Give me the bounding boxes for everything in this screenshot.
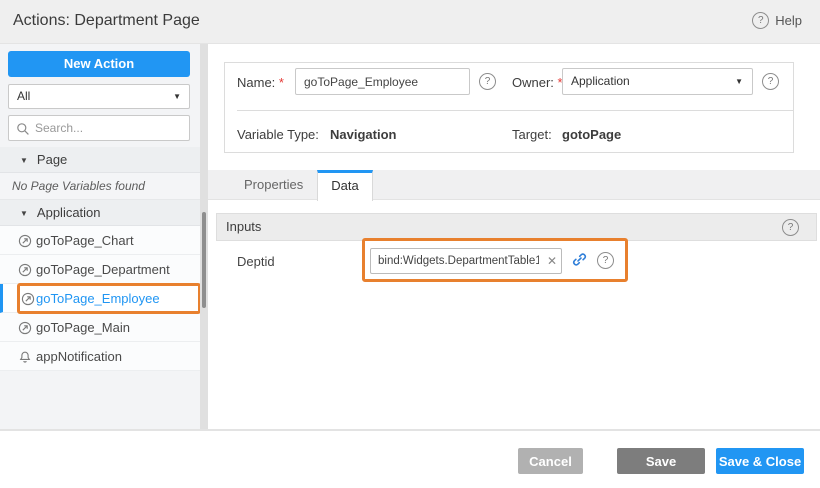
sidebar-item-gotopage-chart[interactable]: goToPage_Chart (0, 226, 200, 255)
caret-down-icon: ▼ (20, 148, 28, 174)
inputs-section-header: Inputs ? (216, 213, 817, 241)
search-box (8, 115, 190, 141)
new-action-button[interactable]: New Action (8, 51, 190, 77)
inputs-help-icon[interactable]: ? (782, 219, 799, 236)
help-button[interactable]: ? Help (752, 12, 802, 29)
item-label: goToPage_Main (36, 313, 130, 342)
deptid-bind-field: ✕ (370, 248, 562, 274)
sidebar-scrollbar-thumb[interactable] (202, 212, 206, 308)
item-label: appNotification (36, 342, 122, 371)
bind-link-icon (571, 251, 588, 268)
section-label: Application (37, 205, 101, 220)
variables-tree: ▼ Page No Page Variables found ▼ Applicati… (0, 147, 200, 371)
deptid-label: Deptid (237, 254, 275, 269)
cancel-button[interactable]: Cancel (518, 448, 583, 474)
save-close-button[interactable]: Save & Close (716, 448, 804, 474)
tree-section-page[interactable]: ▼ Page (0, 147, 200, 173)
name-input[interactable] (295, 68, 470, 95)
item-label: goToPage_Department (36, 255, 170, 284)
variable-type-value: Navigation (330, 127, 396, 142)
tab-bar: Properties Data (208, 170, 820, 200)
item-label: goToPage_Employee (36, 284, 160, 313)
caret-down-icon: ▼ (20, 201, 28, 227)
chevron-down-icon: ▼ (735, 69, 743, 94)
owner-dropdown[interactable]: Application ▼ (562, 68, 753, 95)
sidebar-item-gotopage-main[interactable]: goToPage_Main (0, 313, 200, 342)
owner-value: Application (571, 74, 630, 88)
filter-dropdown[interactable]: All ▼ (8, 84, 190, 109)
bind-link-button[interactable] (571, 251, 588, 273)
required-asterisk: * (279, 75, 284, 90)
navigation-icon (18, 234, 32, 248)
owner-help-icon[interactable]: ? (762, 73, 779, 90)
actions-dialog: Actions: Department Page ? Help New Acti… (0, 0, 820, 488)
target-value: gotoPage (562, 127, 621, 142)
help-label: Help (775, 13, 802, 28)
help-icon: ? (752, 12, 769, 29)
search-icon (16, 122, 30, 136)
section-label: Page (37, 152, 67, 167)
variables-sidebar: New Action All ▼ ▼ Page No Page Variables… (0, 44, 200, 430)
footer: Cancel Save Save & Close (0, 431, 820, 488)
search-input[interactable] (35, 116, 185, 140)
clear-icon[interactable]: ✕ (547, 253, 557, 269)
inputs-title: Inputs (226, 219, 261, 234)
sidebar-item-appnotification[interactable]: appNotification (0, 342, 200, 371)
tree-section-application[interactable]: ▼ Application (0, 200, 200, 226)
navigation-icon (18, 263, 32, 277)
empty-message: No Page Variables found (0, 173, 200, 200)
deptid-bind-input[interactable] (370, 248, 562, 274)
owner-label: Owner: * (512, 75, 563, 90)
dialog-header: Actions: Department Page ? Help (0, 0, 820, 44)
sidebar-item-gotopage-department[interactable]: goToPage_Department (0, 255, 200, 284)
tab-properties[interactable]: Properties (230, 170, 317, 200)
save-button[interactable]: Save (617, 448, 705, 474)
deptid-help-icon[interactable]: ? (597, 252, 614, 269)
filter-value: All (17, 89, 30, 103)
variable-type-label: Variable Type: (237, 127, 319, 142)
page-title: Actions: Department Page (13, 12, 200, 30)
name-help-icon[interactable]: ? (479, 73, 496, 90)
item-label: goToPage_Chart (36, 226, 134, 255)
chevron-down-icon: ▼ (173, 85, 181, 108)
name-label: Name: * (237, 75, 284, 90)
navigation-icon (18, 321, 32, 335)
navigation-icon (21, 292, 35, 306)
sidebar-item-gotopage-employee[interactable]: goToPage_Employee (0, 284, 200, 313)
notification-icon (18, 350, 32, 364)
target-label: Target: (512, 127, 552, 142)
tab-data[interactable]: Data (317, 170, 372, 201)
panel-divider (237, 110, 793, 111)
